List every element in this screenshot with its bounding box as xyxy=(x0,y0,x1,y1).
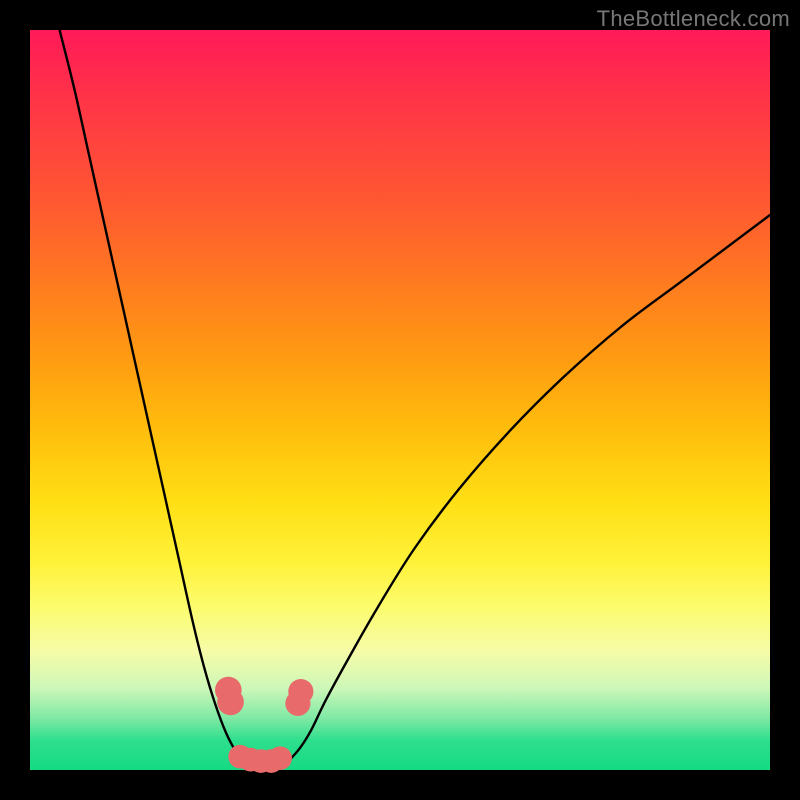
markers-group xyxy=(215,677,313,773)
curve-right-curve xyxy=(282,215,770,766)
watermark-text: TheBottleneck.com xyxy=(597,6,790,32)
data-marker xyxy=(217,689,244,716)
chart-svg xyxy=(30,30,770,770)
curves-group xyxy=(60,30,770,766)
plot-area xyxy=(30,30,770,770)
curve-left-curve xyxy=(60,30,252,766)
data-marker xyxy=(268,746,292,770)
chart-frame: TheBottleneck.com xyxy=(0,0,800,800)
data-marker xyxy=(288,679,313,704)
